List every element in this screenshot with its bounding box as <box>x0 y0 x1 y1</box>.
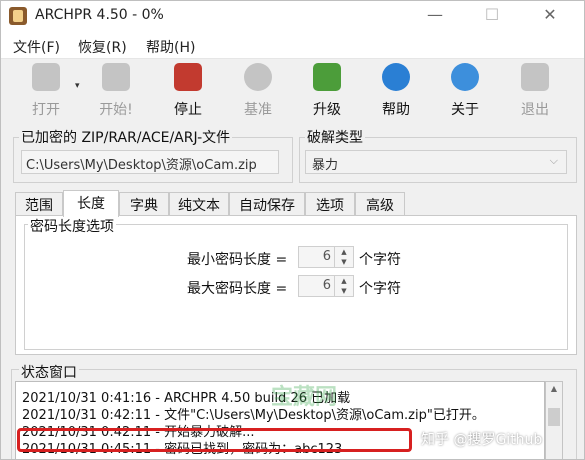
status-window-title: 状态窗口 <box>19 362 79 382</box>
menu-help[interactable]: 帮助(H) <box>146 37 195 57</box>
min-length-value[interactable]: 6 <box>323 249 331 264</box>
max-length-down-icon[interactable]: ▼ <box>335 286 353 296</box>
attack-type-select[interactable]: 暴力 ⌵ <box>305 150 567 174</box>
min-length-label: 最小密码长度 = <box>187 252 288 268</box>
toolbar-help-label: 帮助 <box>382 102 410 118</box>
start-icon <box>102 63 130 91</box>
stop-icon <box>174 63 202 91</box>
open-icon <box>32 63 60 91</box>
tab-options[interactable]: 选项 <box>305 192 355 216</box>
upgrade-icon <box>313 63 341 91</box>
min-length-unit: 个字符 <box>359 252 401 268</box>
menu-bar: 文件(F) 恢复(R) 帮助(H) <box>1 32 584 59</box>
watermark-text: 知乎 @搜罗Github <box>421 432 543 448</box>
toolbar-about-label: 关于 <box>451 102 479 118</box>
toolbar-about-button[interactable]: 关于 <box>438 63 492 119</box>
toolbar-benchmark-label: 基准 <box>244 102 272 118</box>
watermark-logo: 宝藏网 <box>271 385 338 410</box>
toolbar-stop-button[interactable]: 停止 <box>161 63 215 119</box>
toolbar-upgrade-label: 升级 <box>313 102 341 118</box>
max-length-up-icon[interactable]: ▲ <box>335 276 353 286</box>
toolbar-start-button[interactable]: 开始! <box>89 63 143 119</box>
max-length-spin-arrows[interactable]: ▲ ▼ <box>334 276 353 296</box>
window-title: ARCHPR 4.50 - 0% <box>35 7 164 23</box>
tab-dictionary[interactable]: 字典 <box>119 192 169 216</box>
tab-plaintext[interactable]: 纯文本 <box>169 192 229 216</box>
attack-type-group-title: 破解类型 <box>305 127 365 147</box>
max-length-label: 最大密码长度 = <box>187 281 288 297</box>
toolbar-open-button[interactable]: 打开 <box>19 63 73 119</box>
min-length-stepper[interactable]: 6 ▲ ▼ <box>298 246 354 268</box>
maximize-button[interactable]: ☐ <box>484 7 500 23</box>
open-dropdown-arrow-icon[interactable]: ▾ <box>75 81 80 91</box>
toolbar-benchmark-button[interactable]: 基准 <box>231 63 285 119</box>
scroll-up-icon[interactable]: ▲ <box>546 382 562 396</box>
min-length-up-icon[interactable]: ▲ <box>335 247 353 257</box>
toolbar-upgrade-button[interactable]: 升级 <box>300 63 354 119</box>
encrypted-file-group-title: 已加密的 ZIP/RAR/ACE/ARJ-文件 <box>19 127 233 147</box>
tab-length[interactable]: 长度 <box>63 190 119 217</box>
min-length-down-icon[interactable]: ▼ <box>335 257 353 267</box>
archpr-app-icon <box>9 7 27 25</box>
toolbar-help-button[interactable]: 帮助 <box>369 63 423 119</box>
toolbar-exit-label: 退出 <box>521 102 549 118</box>
toolbar: 打开 ▾ 开始! 停止 基准 升级 帮助 关于 退出 <box>1 59 584 121</box>
max-length-unit: 个字符 <box>359 281 401 297</box>
max-length-stepper[interactable]: 6 ▲ ▼ <box>298 275 354 297</box>
help-icon <box>382 63 410 91</box>
minimize-button[interactable]: — <box>427 7 443 23</box>
max-length-value[interactable]: 6 <box>323 278 331 293</box>
archpr-window: ARCHPR 4.50 - 0% — ☐ ✕ 文件(F) 恢复(R) 帮助(H)… <box>0 0 585 460</box>
chevron-down-icon[interactable]: ⌵ <box>550 154 558 168</box>
toolbar-open-label: 打开 <box>32 102 60 118</box>
password-found-highlight <box>17 428 412 452</box>
tab-advanced[interactable]: 高级 <box>355 192 405 216</box>
password-length-options-title: 密码长度选项 <box>28 216 116 236</box>
tab-autosave[interactable]: 自动保存 <box>229 192 305 216</box>
menu-file[interactable]: 文件(F) <box>13 37 60 57</box>
length-tab-panel: 密码长度选项 最小密码长度 = 6 ▲ ▼ 个字符 最大密码长度 = 6 ▲ ▼… <box>15 215 577 355</box>
close-button[interactable]: ✕ <box>542 7 558 23</box>
exit-icon <box>521 63 549 91</box>
attack-type-value: 暴力 <box>312 158 339 173</box>
scrollbar-thumb[interactable] <box>548 408 560 426</box>
tab-range[interactable]: 范围 <box>15 192 63 216</box>
toolbar-stop-label: 停止 <box>174 102 202 118</box>
toolbar-exit-button[interactable]: 退出 <box>508 63 562 119</box>
status-log-scrollbar[interactable]: ▲ <box>545 381 563 459</box>
menu-recovery[interactable]: 恢复(R) <box>78 37 127 57</box>
benchmark-icon <box>244 63 272 91</box>
about-icon <box>451 63 479 91</box>
min-length-spin-arrows[interactable]: ▲ ▼ <box>334 247 353 267</box>
toolbar-start-label: 开始! <box>99 102 133 118</box>
title-bar[interactable]: ARCHPR 4.50 - 0% — ☐ ✕ <box>1 1 584 32</box>
encrypted-file-path-field[interactable]: C:\Users\My\Desktop\资源\oCam.zip <box>21 150 279 174</box>
password-length-options-group <box>24 224 568 350</box>
